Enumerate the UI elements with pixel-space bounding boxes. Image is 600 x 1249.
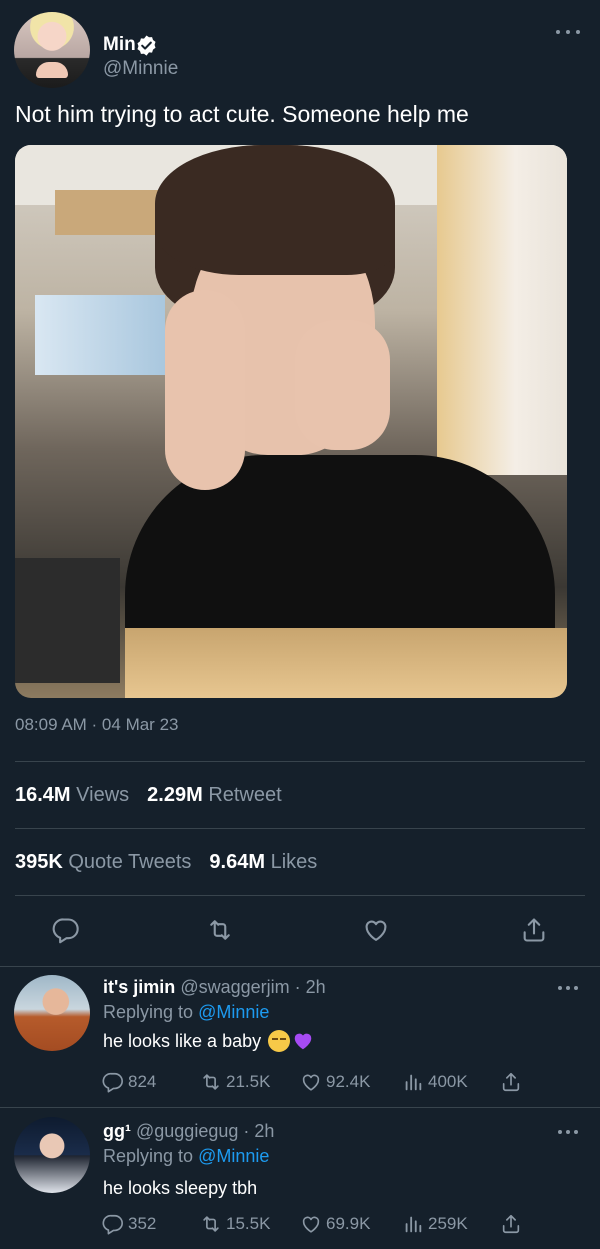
reply-name-line: it's jimin @swaggerjim · 2h [103,977,326,998]
reply-more-icon[interactable] [558,985,578,991]
views-label: Views [76,784,130,806]
reply-text-line: he looks like a baby [103,1030,314,1052]
photo-person-bangs [155,145,395,275]
reply-retweet-action[interactable]: 15.5K [200,1213,270,1235]
more-options-icon[interactable] [556,28,580,36]
photo-left-hand [165,290,245,490]
reply-display-name[interactable]: gg¹ [103,1121,131,1141]
photo-wall-panel [437,145,567,475]
reply-avatar[interactable] [14,975,90,1051]
reply-retweet-action[interactable]: 21.5K [200,1071,270,1093]
retweet-count: 2.29M [147,784,203,806]
reply-comment-action[interactable]: 352 [102,1213,156,1235]
divider [15,895,585,896]
tweet-action-bar [0,912,600,952]
likes-count: 9.64M [209,851,266,873]
reply-views-count: 400K [428,1072,468,1091]
reply-like-count: 69.9K [326,1214,371,1233]
retweet-stat[interactable]: 2.29M Retweet [147,784,282,807]
quote-tweets-stat[interactable]: 395K Quote Tweets [15,851,191,874]
divider [15,828,585,829]
reply-text: he looks like a baby [103,1030,262,1051]
pensive-face-emoji-icon [268,1030,291,1052]
reply-item[interactable]: gg¹ @guggiegug · 2h Replying to @Minnie … [0,1107,600,1249]
reply-text: he looks sleepy tbh [103,1178,258,1198]
reply-like-action[interactable]: 92.4K [300,1071,370,1093]
stats-row-views: 16.4M Views 2.29M Retweet [15,784,282,807]
quote-label: Quote Tweets [68,851,192,873]
reply-avatar[interactable] [14,1117,90,1193]
replying-to-handle[interactable]: @Minnie [198,1002,269,1022]
replying-to-line: Replying to @Minnie [103,1002,269,1023]
reply-share-icon [502,1072,520,1092]
tweet-photo[interactable] [15,145,567,698]
replying-to-prefix: Replying to [103,1002,194,1022]
share-icon[interactable] [520,916,548,944]
reply-comment-icon [102,1072,123,1093]
reply-like-heart-icon [302,1074,320,1091]
quote-count: 395K [15,851,63,873]
retweet-icon[interactable] [206,916,234,944]
reply-comment-icon [102,1214,123,1235]
reply-comment-count: 352 [128,1214,157,1233]
reply-name-line: gg¹ @guggiegug · 2h [103,1121,274,1142]
purple-heart-emoji-icon [294,1033,312,1050]
reply-views-chart-icon [405,1216,422,1233]
reply-share-action[interactable] [500,1071,522,1093]
views-stat[interactable]: 16.4M Views [15,784,129,807]
reply-comment-count: 824 [128,1072,157,1091]
divider [15,761,585,762]
reply-actions: 352 15.5K 69.9K 259K [100,1213,540,1239]
author-avatar[interactable] [14,12,90,88]
author-handle[interactable]: @Minnie [103,58,178,80]
likes-stat[interactable]: 9.64M Likes [209,851,317,874]
reply-retweet-count: 21.5K [226,1072,271,1091]
reply-handle-time[interactable]: @guggiegug · 2h [136,1121,274,1141]
reply-like-count: 92.4K [326,1072,371,1091]
tweet-text: Not him trying to act cute. Someone help… [15,101,469,127]
reply-comment-action[interactable]: 824 [102,1071,156,1093]
replying-to-handle[interactable]: @Minnie [198,1146,269,1166]
reply-share-icon [502,1214,520,1234]
reply-views-action[interactable]: 400K [402,1071,468,1093]
reply-retweet-count: 15.5K [226,1214,271,1233]
reply-views-chart-icon [405,1074,422,1091]
reply-actions: 824 21.5K 92.4K 400K [100,1071,540,1097]
replying-to-line: Replying to @Minnie [103,1146,269,1167]
reply-retweet-icon [203,1216,219,1232]
verified-badge-icon [137,35,156,56]
reply-like-action[interactable]: 69.9K [300,1213,370,1235]
photo-right-hand [295,320,390,450]
reply-views-count: 259K [428,1214,468,1233]
photo-basket [15,558,120,683]
views-count: 16.4M [15,784,71,806]
reply-views-action[interactable]: 259K [402,1213,468,1235]
reply-item[interactable]: it's jimin @swaggerjim · 2h Replying to … [0,966,600,1106]
avatar-hands [36,62,68,78]
retweet-label: Retweet [208,784,282,806]
tweet-timestamp[interactable]: 08:09 AM · 04 Mar 23 [15,715,178,735]
reply-more-icon[interactable] [558,1129,578,1135]
reply-retweet-icon [203,1074,219,1090]
replying-to-prefix: Replying to [103,1146,194,1166]
like-heart-icon[interactable] [362,916,390,944]
photo-table [125,628,567,698]
reply-share-action[interactable] [500,1213,522,1235]
reply-handle-time[interactable]: @swaggerjim · 2h [180,977,325,997]
reply-text-line: he looks sleepy tbh [103,1178,257,1199]
tweet-header: Min @Minnie [14,12,586,90]
reply-like-heart-icon [302,1216,320,1233]
reply-display-name[interactable]: it's jimin [103,977,175,997]
photo-poster [35,295,165,375]
author-display-name[interactable]: Min [103,34,136,56]
likes-label: Likes [270,851,318,873]
stats-row-engagement: 395K Quote Tweets 9.64M Likes [15,851,317,874]
reply-icon[interactable] [52,916,80,944]
